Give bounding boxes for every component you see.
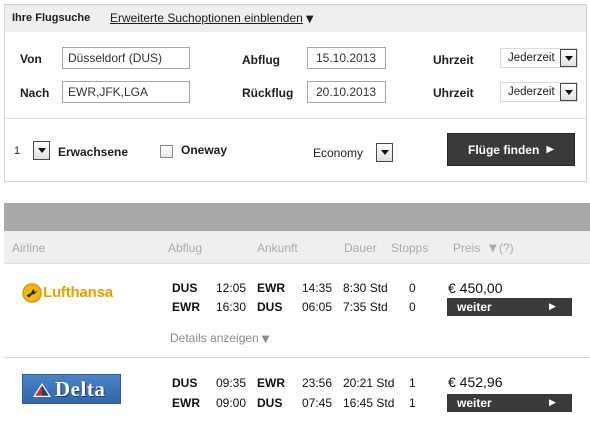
leg-destination: EWR <box>257 376 285 390</box>
oneway-label[interactable]: Oneway <box>181 143 227 157</box>
flight-search-panel: Ihre Flugsuche Erweiterte Suchoptionen e… <box>4 4 587 182</box>
dropdown-arrow-icon <box>565 90 573 95</box>
column-header-depart: Abflug <box>168 241 203 255</box>
leg-stops: 1 <box>409 376 416 390</box>
leg-arrival-time: 14:35 <box>302 281 333 295</box>
from-label: Von <box>20 52 42 66</box>
continue-button[interactable]: weiter ▶ <box>447 394 572 412</box>
leg-destination: EWR <box>257 281 285 295</box>
flight-price: € 450,00 <box>448 280 503 296</box>
leg-stops: 0 <box>409 281 416 295</box>
show-details-label[interactable]: Details anzeigen <box>170 331 259 345</box>
depart-date-label: Abflug <box>242 53 280 67</box>
column-header-duration: Dauer <box>344 241 377 255</box>
leg-destination: DUS <box>257 396 283 410</box>
delta-logo: Delta <box>22 374 121 404</box>
return-time-label: Uhrzeit <box>433 86 474 100</box>
oneway-checkbox[interactable] <box>160 145 173 158</box>
return-time-select[interactable]: Jederzeit <box>500 82 578 102</box>
search-panel-divider <box>5 118 586 119</box>
lufthansa-logo: Lufthansa <box>22 283 119 303</box>
dropdown-arrow-icon <box>381 150 389 155</box>
chevron-down-icon[interactable]: ▼ <box>306 14 314 25</box>
flight-result-row: Lufthansa DUS 12:05 EWR 14:35 8:30 Std 0… <box>4 264 590 358</box>
leg-arrival-time: 06:05 <box>302 300 333 314</box>
depart-time-dropdown-button[interactable] <box>560 49 577 67</box>
results-table-header: Airline Abflug Ankunft Dauer Stopps Prei… <box>4 231 590 264</box>
lufthansa-crane-icon <box>22 283 42 303</box>
leg-stops: 0 <box>409 300 416 314</box>
airline-name: Delta <box>55 377 106 401</box>
cabin-class-value[interactable]: Economy <box>313 146 363 160</box>
return-date-label: Rückflug <box>242 86 294 100</box>
leg-origin: DUS <box>172 376 198 390</box>
airline-name: Lufthansa <box>43 284 113 301</box>
dropdown-arrow-icon <box>38 148 46 153</box>
play-arrow-icon[interactable]: ▶ <box>549 394 556 412</box>
delta-widget-icon <box>33 383 51 397</box>
continue-button[interactable]: weiter ▶ <box>447 298 572 316</box>
sort-down-icon[interactable]: ▼ <box>489 242 497 256</box>
column-header-airline: Airline <box>12 241 46 255</box>
to-label: Nach <box>20 86 50 100</box>
depart-time-label: Uhrzeit <box>433 53 474 67</box>
find-flights-button-label[interactable]: Flüge finden <box>468 143 539 157</box>
leg-departure-time: 09:00 <box>216 396 247 410</box>
leg-arrival-time: 07:45 <box>302 396 333 410</box>
passenger-count-value[interactable]: 1 <box>14 144 20 158</box>
show-details-link[interactable]: Details anzeigen ▼ <box>170 331 269 347</box>
return-time-value: Jederzeit <box>508 86 555 98</box>
column-header-stops: Stopps <box>391 241 429 255</box>
cabin-class-dropdown-button[interactable] <box>376 143 393 162</box>
passenger-count-dropdown-button[interactable] <box>33 141 50 160</box>
price-help-link[interactable]: (?) <box>499 241 514 255</box>
leg-stops: 1 <box>409 396 416 410</box>
advanced-options-link-label[interactable]: Erweiterte Suchoptionen einblenden <box>110 11 303 25</box>
advanced-options-link[interactable]: Erweiterte Suchoptionen einblenden ▼ <box>110 11 314 27</box>
results-top-bar <box>4 203 590 231</box>
depart-date-input[interactable] <box>307 47 386 69</box>
search-panel-title: Ihre Flugsuche <box>12 12 91 24</box>
leg-destination: DUS <box>257 300 283 314</box>
leg-duration: 7:35 Std <box>343 300 388 314</box>
continue-button-label[interactable]: weiter <box>457 298 492 316</box>
play-arrow-icon[interactable]: ▶ <box>546 144 554 155</box>
search-panel-header: Ihre Flugsuche Erweiterte Suchoptionen e… <box>5 5 586 32</box>
to-input[interactable] <box>62 81 190 103</box>
passenger-type-label: Erwachsene <box>58 145 129 159</box>
column-header-arrive: Ankunft <box>257 241 298 255</box>
flight-price: € 452,96 <box>448 374 503 390</box>
depart-time-value: Jederzeit <box>508 52 555 64</box>
play-arrow-icon[interactable]: ▶ <box>549 298 556 316</box>
leg-departure-time: 16:30 <box>216 300 247 314</box>
leg-origin: EWR <box>172 300 200 314</box>
leg-origin: DUS <box>172 281 198 295</box>
leg-departure-time: 12:05 <box>216 281 247 295</box>
find-flights-button[interactable]: Flüge finden ▶ <box>447 133 575 166</box>
chevron-down-icon[interactable]: ▼ <box>262 334 270 345</box>
dropdown-arrow-icon <box>565 56 573 61</box>
return-time-dropdown-button[interactable] <box>560 83 577 101</box>
leg-duration: 8:30 Std <box>343 281 388 295</box>
column-header-price[interactable]: Preis <box>453 241 480 255</box>
from-input[interactable] <box>62 47 190 69</box>
return-date-input[interactable] <box>307 81 386 103</box>
flight-result-row: Delta DUS 09:35 EWR 23:56 20:21 Std 1 EW… <box>4 358 590 428</box>
leg-arrival-time: 23:56 <box>302 376 333 390</box>
leg-duration: 20:21 Std <box>343 376 395 390</box>
depart-time-select[interactable]: Jederzeit <box>500 48 578 68</box>
leg-duration: 16:45 Std <box>343 396 395 410</box>
leg-origin: EWR <box>172 396 200 410</box>
leg-departure-time: 09:35 <box>216 376 247 390</box>
continue-button-label[interactable]: weiter <box>457 394 492 412</box>
